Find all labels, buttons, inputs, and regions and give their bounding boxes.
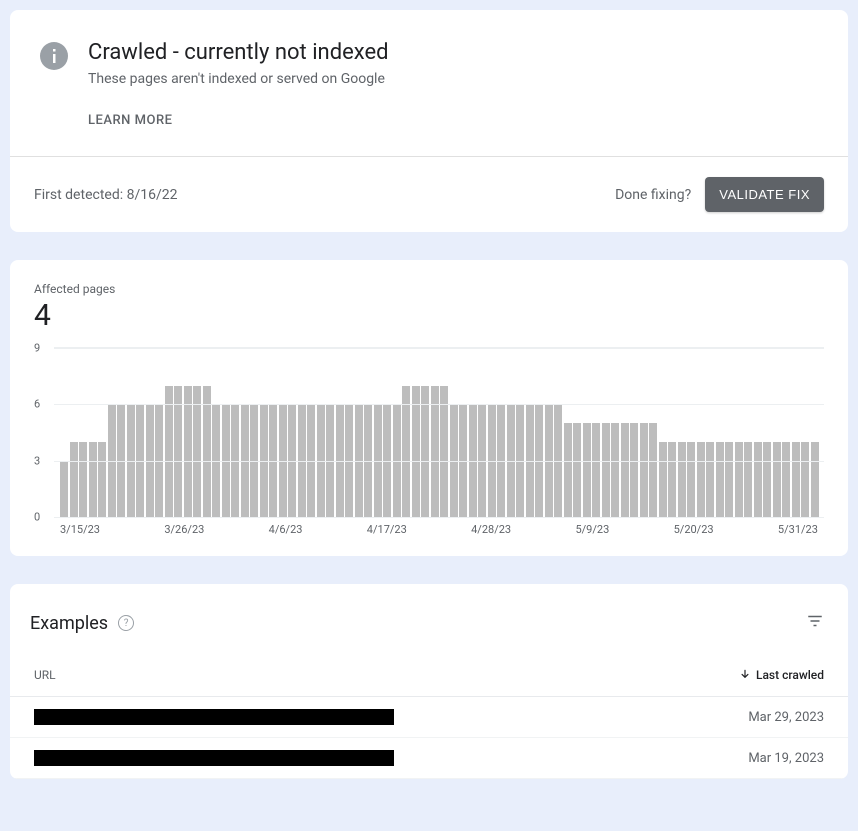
chart: 0369 3/15/23 3/26/23 4/6/23 4/17/23 4/28/23 5… [10, 347, 848, 556]
chart-bar [630, 423, 638, 517]
chart-bar [611, 423, 619, 517]
chart-bar [98, 442, 106, 517]
chart-x-tick: 5/20/23 [674, 523, 714, 536]
chart-bar [621, 423, 629, 517]
footer-right: Done fixing? VALIDATE FIX [615, 177, 824, 212]
last-crawled-cell: Mar 29, 2023 [748, 710, 824, 725]
url-cell [34, 709, 394, 725]
chart-y-tick: 6 [34, 398, 40, 411]
examples-header: Examples ? [10, 584, 848, 654]
chart-bar [706, 442, 714, 517]
chart-bar [649, 423, 657, 517]
chart-bar [89, 442, 97, 517]
status-top: Crawled - currently not indexed These pa… [10, 10, 848, 156]
chart-gridline [54, 348, 824, 349]
chart-x-tick: 5/31/23 [778, 523, 818, 536]
status-title: Crawled - currently not indexed [88, 40, 389, 65]
chart-y-tick: 3 [34, 454, 40, 467]
filter-icon[interactable] [806, 612, 824, 634]
chart-x-tick: 3/26/23 [164, 523, 204, 536]
status-card: Crawled - currently not indexed These pa… [10, 10, 848, 232]
chart-bar [697, 442, 705, 517]
chart-bar [735, 442, 743, 517]
table-row[interactable]: Mar 29, 2023 [10, 697, 848, 738]
status-text-block: Crawled - currently not indexed These pa… [88, 40, 389, 128]
chart-bar [754, 442, 762, 517]
chart-bar [687, 442, 695, 517]
learn-more-link[interactable]: LEARN MORE [88, 113, 389, 128]
chart-x-tick: 3/15/23 [60, 523, 100, 536]
col-last-crawled[interactable]: Last crawled [738, 668, 824, 682]
chart-bar [79, 442, 87, 517]
table-row[interactable]: Mar 19, 2023 [10, 738, 848, 779]
chart-bar [640, 423, 648, 517]
chart-bar [782, 442, 790, 517]
chart-bar [602, 423, 610, 517]
chart-bar [744, 442, 752, 517]
chart-bar [763, 442, 771, 517]
last-crawled-cell: Mar 19, 2023 [748, 751, 824, 766]
col-url: URL [34, 668, 56, 682]
chart-bar [801, 442, 809, 517]
chart-plot: 0369 [54, 347, 824, 517]
chart-x-axis: 3/15/23 3/26/23 4/6/23 4/17/23 4/28/23 5/9/23… [54, 517, 824, 536]
examples-card: Examples ? URL Last crawled Mar 29, 2023… [10, 584, 848, 779]
chart-bar [583, 423, 591, 517]
examples-table: URL Last crawled Mar 29, 2023 Mar 19, 202… [10, 654, 848, 779]
chart-x-tick: 4/28/23 [471, 523, 511, 536]
help-icon[interactable]: ? [118, 615, 134, 631]
first-detected-label: First detected: 8/16/22 [34, 187, 177, 203]
status-subtitle: These pages aren't indexed or served on … [88, 71, 389, 87]
chart-bar [659, 442, 667, 517]
chart-bar [592, 423, 600, 517]
info-icon [40, 42, 68, 70]
chart-bar [811, 442, 819, 517]
chart-x-tick: 5/9/23 [575, 523, 609, 536]
url-cell [34, 750, 394, 766]
chart-x-tick: 4/6/23 [269, 523, 303, 536]
affected-label: Affected pages [10, 260, 848, 296]
chart-y-tick: 9 [34, 342, 40, 355]
examples-title-wrap: Examples ? [30, 613, 134, 634]
chart-bar [716, 442, 724, 517]
chart-bar [70, 442, 78, 517]
affected-value: 4 [10, 296, 848, 347]
done-fixing-label: Done fixing? [615, 187, 691, 203]
validate-fix-button[interactable]: VALIDATE FIX [705, 177, 824, 212]
arrow-down-icon [738, 668, 752, 682]
chart-bars [60, 348, 818, 517]
chart-bar [773, 442, 781, 517]
chart-bar [564, 423, 572, 517]
table-body: Mar 29, 2023 Mar 19, 2023 [10, 697, 848, 779]
chart-bar [792, 442, 800, 517]
chart-bar [668, 442, 676, 517]
chart-gridline [54, 404, 824, 405]
chart-x-tick: 4/17/23 [367, 523, 407, 536]
affected-chart-card: Affected pages 4 0369 3/15/233/26/234/6/… [10, 260, 848, 556]
table-header: URL Last crawled [10, 654, 848, 697]
examples-title: Examples [30, 613, 108, 634]
chart-bar [60, 461, 68, 517]
col-last-crawled-label: Last crawled [756, 668, 824, 682]
chart-y-tick: 0 [34, 511, 40, 524]
chart-gridline [54, 517, 824, 518]
status-footer: First detected: 8/16/22 Done fixing? VAL… [10, 156, 848, 232]
chart-gridline [54, 461, 824, 462]
chart-bar [678, 442, 686, 517]
chart-bar [725, 442, 733, 517]
chart-bar [573, 423, 581, 517]
